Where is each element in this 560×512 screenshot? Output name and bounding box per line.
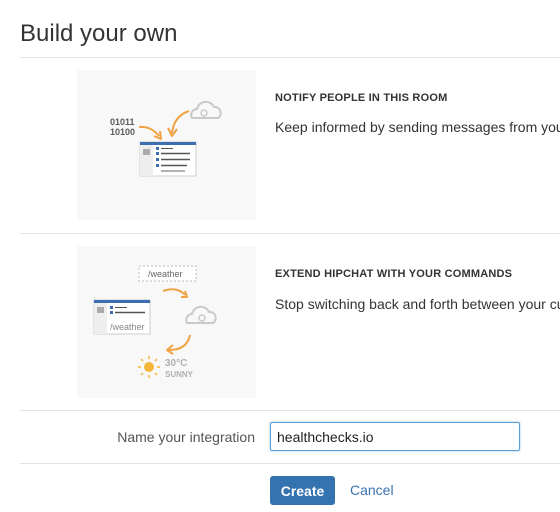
arrow-right-icon [162,288,188,298]
section-divider-1 [20,233,560,234]
window-command-text: /weather [110,322,145,332]
section-divider-2 [20,410,560,411]
arrow-down-icon [167,110,190,137]
create-button[interactable]: Create [270,476,335,505]
binary-text-2: 10100 [110,127,135,137]
arrow-return-icon [166,334,191,355]
integration-name-input[interactable] [270,422,520,451]
arrow-right-icon [138,125,162,140]
integration-name-label: Name your integration [117,429,255,445]
form-divider [20,463,560,464]
feature-description-notify: Keep informed by sending messages from y… [275,119,560,135]
chat-window-icon: /weather [93,299,151,335]
feature-heading-notify: NOTIFY PEOPLE IN THIS ROOM [275,92,448,104]
notify-illustration: 01011 10100 [77,70,256,220]
command-text: /weather [148,269,183,279]
sun-icon [138,356,160,378]
temperature-text: 30°C [165,358,187,369]
cloud-gear-icon [190,100,222,119]
cancel-link[interactable]: Cancel [350,482,394,498]
condition-text: SUNNY [165,370,194,379]
title-divider [20,57,560,58]
page-title: Build your own [20,20,178,47]
binary-text-1: 01011 [110,117,135,127]
cloud-gear-icon [185,305,217,324]
feature-heading-commands: EXTEND HIPCHAT WITH YOUR COMMANDS [275,268,513,280]
command-box: /weather [138,265,197,282]
feature-description-commands: Stop switching back and forth between yo… [275,296,560,312]
chat-window-icon [139,141,197,177]
commands-illustration: /weather /weather 30°C SUNNY [77,246,256,398]
